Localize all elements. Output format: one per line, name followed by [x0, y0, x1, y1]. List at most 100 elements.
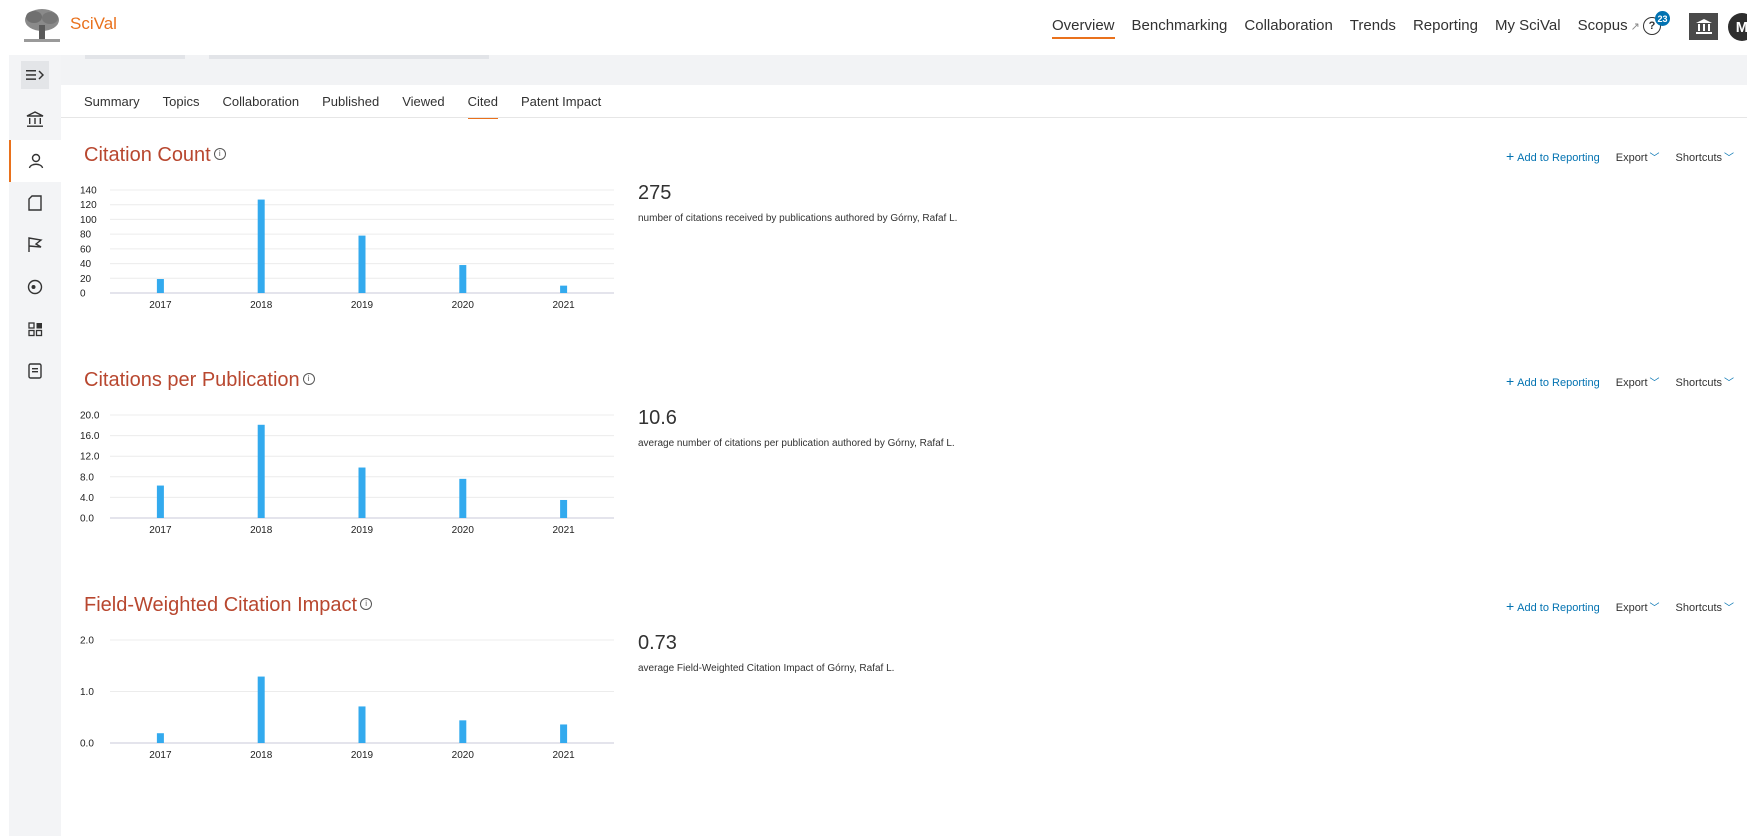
entity-search[interactable] [209, 55, 489, 59]
x-tick-label: 2020 [452, 300, 475, 311]
x-tick-label: 2018 [250, 525, 273, 536]
tab-summary[interactable]: Summary [84, 94, 140, 119]
metric-actions: + Add to Reporting Export ﹀ Shortcuts ﹀ [1490, 148, 1734, 164]
x-tick-label: 2019 [351, 300, 374, 311]
x-tick-label: 2021 [552, 525, 575, 536]
nav-trends[interactable]: Trends [1350, 17, 1396, 39]
nav-overview[interactable]: Overview [1052, 17, 1115, 39]
x-tick-label: 2019 [351, 525, 374, 536]
bar-2017 [156, 733, 164, 743]
add-to-reporting-button[interactable]: + Add to Reporting [1506, 598, 1600, 614]
tab-collaboration[interactable]: Collaboration [222, 94, 299, 119]
top-header: SciVal Overview Benchmarking Collaborati… [0, 0, 1747, 55]
y-tick-label: 12.0 [80, 452, 100, 463]
y-tick-label: 8.0 [80, 472, 94, 483]
x-tick-label: 2020 [452, 525, 475, 536]
add-to-reporting-label: Add to Reporting [1517, 377, 1600, 389]
bar-2021 [560, 499, 568, 518]
nav-reporting[interactable]: Reporting [1413, 17, 1478, 39]
chevron-down-icon: ﹀ [1649, 377, 1660, 389]
nav-scopus[interactable]: Scopus ↗ [1578, 17, 1640, 39]
journal-icon [28, 363, 42, 379]
shortcuts-label: Shortcuts [1675, 376, 1722, 389]
export-dropdown[interactable]: Export ﹀ [1616, 599, 1660, 614]
x-tick-label: 2017 [149, 750, 172, 761]
tab-topics[interactable]: Topics [163, 94, 200, 119]
nav-benchmarking[interactable]: Benchmarking [1132, 17, 1228, 39]
tab-patent-impact[interactable]: Patent Impact [521, 94, 601, 119]
sidebar-item-topics[interactable] [9, 266, 61, 308]
bar-2019 [358, 467, 366, 518]
x-tick-label: 2019 [351, 750, 374, 761]
chevron-down-icon: ﹀ [1649, 602, 1660, 614]
export-dropdown[interactable]: Export ﹀ [1616, 374, 1660, 389]
sidebar-toggle-button[interactable] [21, 61, 49, 89]
bar-2020 [459, 265, 467, 293]
external-link-icon: ↗ [1630, 21, 1640, 33]
shortcuts-dropdown[interactable]: Shortcuts ﹀ [1676, 149, 1734, 164]
metric-title-text: Citation Count [84, 144, 211, 166]
entity-header-strip [61, 55, 1747, 85]
y-tick-label: 140 [80, 186, 97, 197]
help-button[interactable]: ? 23 [1643, 11, 1670, 37]
tab-published[interactable]: Published [322, 94, 379, 119]
target-icon [27, 279, 43, 295]
metric-title: Field-Weighted Citation Impact i [84, 594, 373, 617]
metric-description: average number of citations per publicat… [638, 438, 955, 449]
shortcuts-dropdown[interactable]: Shortcuts ﹀ [1676, 374, 1734, 389]
institution-icon [1695, 19, 1712, 34]
metric-description: average Field-Weighted Citation Impact o… [638, 663, 895, 674]
metric-actions: + Add to Reporting Export ﹀ Shortcuts ﹀ [1490, 598, 1734, 614]
sidebar-item-institutions[interactable] [9, 98, 61, 140]
y-tick-label: 80 [80, 230, 92, 241]
y-tick-label: 120 [80, 200, 97, 211]
bar-2021 [560, 724, 568, 743]
sidebar-item-publication-sets[interactable] [9, 182, 61, 224]
plus-icon: + [1505, 148, 1515, 164]
nav-my-scival[interactable]: My SciVal [1495, 17, 1561, 39]
x-tick-label: 2021 [552, 750, 575, 761]
expand-menu-icon [26, 70, 44, 80]
chevron-down-icon: ﹀ [1724, 602, 1734, 614]
y-tick-label: 40 [80, 259, 92, 270]
bar-2017 [156, 279, 164, 293]
bar-2019 [358, 706, 366, 743]
entity-selector[interactable] [85, 55, 185, 59]
y-tick-label: 60 [80, 244, 92, 255]
info-icon[interactable]: i [360, 597, 373, 610]
sidebar-item-countries[interactable] [9, 224, 61, 266]
add-to-reporting-button[interactable]: + Add to Reporting [1506, 148, 1600, 164]
shortcuts-dropdown[interactable]: Shortcuts ﹀ [1676, 599, 1734, 614]
elsevier-logo-icon[interactable] [20, 7, 64, 45]
nav-collaboration[interactable]: Collaboration [1244, 17, 1332, 39]
brand-name[interactable]: SciVal [70, 14, 117, 34]
person-icon [28, 153, 44, 169]
module-tabs: Summary Topics Collaboration Published V… [84, 94, 624, 119]
export-label: Export [1615, 376, 1648, 389]
metric-title: Citation Count i [84, 144, 226, 167]
metric-section-fwci: Field-Weighted Citation Impact i + Add to … [80, 594, 1734, 794]
x-tick-label: 2018 [250, 300, 273, 311]
export-dropdown[interactable]: Export ﹀ [1616, 149, 1660, 164]
tab-viewed[interactable]: Viewed [402, 94, 444, 119]
bar-2020 [459, 478, 467, 518]
metric-title-text: Field-Weighted Citation Impact [84, 594, 358, 616]
info-icon[interactable]: i [302, 372, 315, 385]
plus-icon: + [1505, 373, 1515, 389]
chevron-down-icon: ﹀ [1724, 152, 1734, 164]
sidebar-item-groups[interactable] [9, 308, 61, 350]
y-tick-label: 0 [80, 289, 86, 300]
sidebar-item-journals[interactable] [9, 350, 61, 392]
add-to-reporting-button[interactable]: + Add to Reporting [1506, 373, 1600, 389]
y-tick-label: 4.0 [80, 493, 94, 504]
sidebar-item-researchers[interactable] [9, 140, 61, 182]
y-tick-label: 20 [80, 274, 92, 285]
bar-2017 [156, 485, 164, 518]
bar-2019 [358, 235, 366, 293]
export-label: Export [1615, 601, 1648, 614]
institution-button[interactable] [1689, 13, 1718, 40]
info-icon[interactable]: i [213, 147, 226, 160]
tab-cited[interactable]: Cited [467, 94, 498, 119]
user-avatar[interactable]: M [1728, 13, 1747, 41]
metric-title: Citations per Publication i [84, 369, 315, 392]
